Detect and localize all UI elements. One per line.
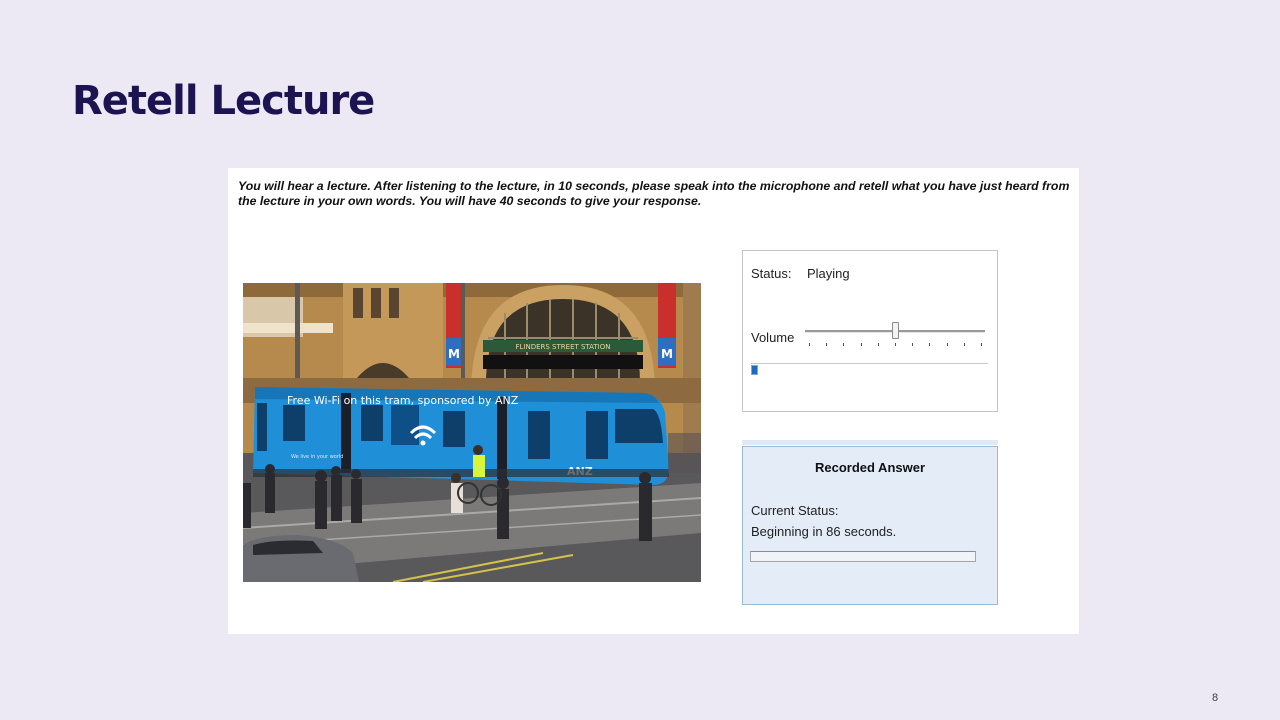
volume-slider-tick <box>878 343 879 346</box>
volume-slider-tick <box>895 343 896 346</box>
metro-sign-left: M <box>448 347 460 361</box>
status-value: Playing <box>807 266 850 281</box>
volume-slider[interactable] <box>805 319 985 349</box>
volume-slider-thumb[interactable] <box>892 322 899 339</box>
volume-slider-tick <box>912 343 913 346</box>
recording-progress-bar <box>750 551 976 562</box>
playback-progress-fill <box>751 365 758 375</box>
question-panel: You will hear a lecture. After listening… <box>228 168 1079 634</box>
current-status-label: Current Status: <box>751 503 839 518</box>
volume-slider-tick <box>861 343 862 346</box>
slide-title: Retell Lecture <box>72 78 375 124</box>
recorded-answer-panel: Recorded Answer Current Status: Beginnin… <box>742 440 998 605</box>
volume-slider-tick <box>964 343 965 346</box>
tram-slogan: We live in your world <box>291 454 343 460</box>
volume-slider-tick <box>981 343 982 346</box>
playback-track <box>751 363 988 364</box>
volume-slider-tick <box>826 343 827 346</box>
volume-slider-tick <box>843 343 844 346</box>
lecture-image: FLINDERS STREET STATION M M Free Wi-Fi o… <box>243 283 701 582</box>
current-status-value: Beginning in 86 seconds. <box>751 524 897 539</box>
tram-photo: FLINDERS STREET STATION M M Free Wi-Fi o… <box>243 283 701 582</box>
playback-progress-bar <box>751 363 988 375</box>
status-label: Status: <box>751 266 792 281</box>
audio-player: Status: Playing Volume <box>742 250 998 412</box>
station-sign: FLINDERS STREET STATION <box>515 343 610 351</box>
recorded-answer-title: Recorded Answer <box>814 460 926 475</box>
page-number: 8 <box>1212 692 1219 704</box>
metro-sign-right: M <box>661 347 673 361</box>
volume-slider-tick <box>947 343 948 346</box>
task-instructions: You will hear a lecture. After listening… <box>238 179 1070 208</box>
tram-banner-text: Free Wi-Fi on this tram, sponsored by AN… <box>287 394 519 407</box>
volume-slider-tick <box>809 343 810 346</box>
volume-slider-tick <box>929 343 930 346</box>
volume-label: Volume <box>751 330 795 345</box>
